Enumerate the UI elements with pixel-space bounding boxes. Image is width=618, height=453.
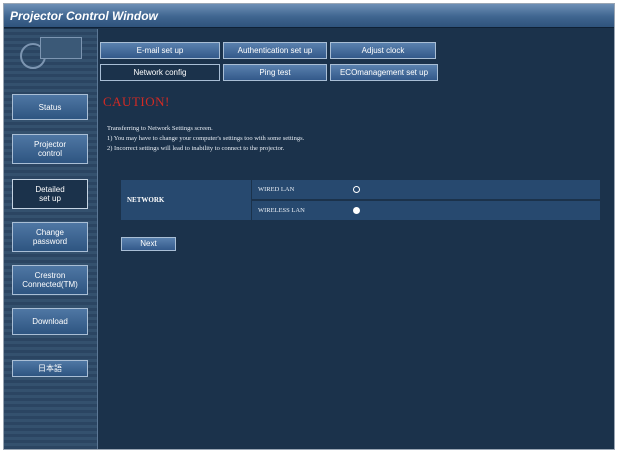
- tab-authentication-setup[interactable]: Authentication set up: [223, 42, 327, 59]
- sidebar-detailed-setup-label: Detailed set up: [35, 185, 65, 203]
- wired-lan-label: WIRED LAN: [258, 186, 295, 193]
- sidebar-projector-control-label: Projector control: [33, 140, 66, 158]
- sidebar-projector-control-button[interactable]: Projector control: [12, 134, 88, 164]
- tab-ping-test[interactable]: Ping test: [223, 64, 327, 81]
- sidebar-crestron-button[interactable]: Crestron Connected(TM): [12, 265, 88, 295]
- wireless-lan-radio[interactable]: [353, 207, 360, 214]
- logo-screen: [40, 37, 82, 59]
- wired-lan-radio[interactable]: [353, 186, 360, 193]
- network-heading: NETWORK: [121, 180, 251, 220]
- next-button[interactable]: Next: [121, 237, 176, 251]
- sidebar: Status Projector control Detailed set up…: [4, 29, 98, 449]
- caution-heading: CAUTION!: [103, 94, 170, 109]
- sidebar-change-password-label: Change password: [32, 228, 68, 246]
- sidebar-detailed-setup-button[interactable]: Detailed set up: [12, 179, 88, 209]
- wireless-lan-label: WIRELESS LAN: [258, 207, 305, 214]
- message-line-1: Transferring to Network Settings screen.: [107, 125, 213, 132]
- network-table: NETWORK WIRED LAN WIRELESS LAN: [121, 180, 600, 220]
- sidebar-japanese-button[interactable]: 日本語: [12, 360, 88, 377]
- sidebar-japanese-label: 日本語: [38, 364, 62, 373]
- tab-adjust-clock[interactable]: Adjust clock: [330, 42, 436, 59]
- tab-network-config[interactable]: Network config: [100, 64, 220, 81]
- sidebar-status-label: Status: [38, 102, 62, 112]
- message-line-2: 1) You may have to change your computer'…: [107, 135, 305, 142]
- projector-logo-icon: [18, 35, 84, 73]
- sidebar-download-label: Download: [32, 317, 68, 326]
- sidebar-status-button[interactable]: Status: [12, 94, 88, 120]
- sidebar-change-password-button[interactable]: Change password: [12, 222, 88, 252]
- window-title: Projector Control Window: [4, 4, 614, 28]
- tab-email-setup[interactable]: E-mail set up: [100, 42, 220, 59]
- sidebar-crestron-label: Crestron Connected(TM): [22, 271, 78, 289]
- wired-lan-row: WIRED LAN: [252, 180, 600, 199]
- message-line-3: 2) Incorrect settings will lead to inabi…: [107, 145, 285, 152]
- sidebar-download-button[interactable]: Download: [12, 308, 88, 335]
- tab-eco-management-setup[interactable]: ECOmanagement set up: [330, 64, 438, 81]
- wireless-lan-row: WIRELESS LAN: [252, 201, 600, 220]
